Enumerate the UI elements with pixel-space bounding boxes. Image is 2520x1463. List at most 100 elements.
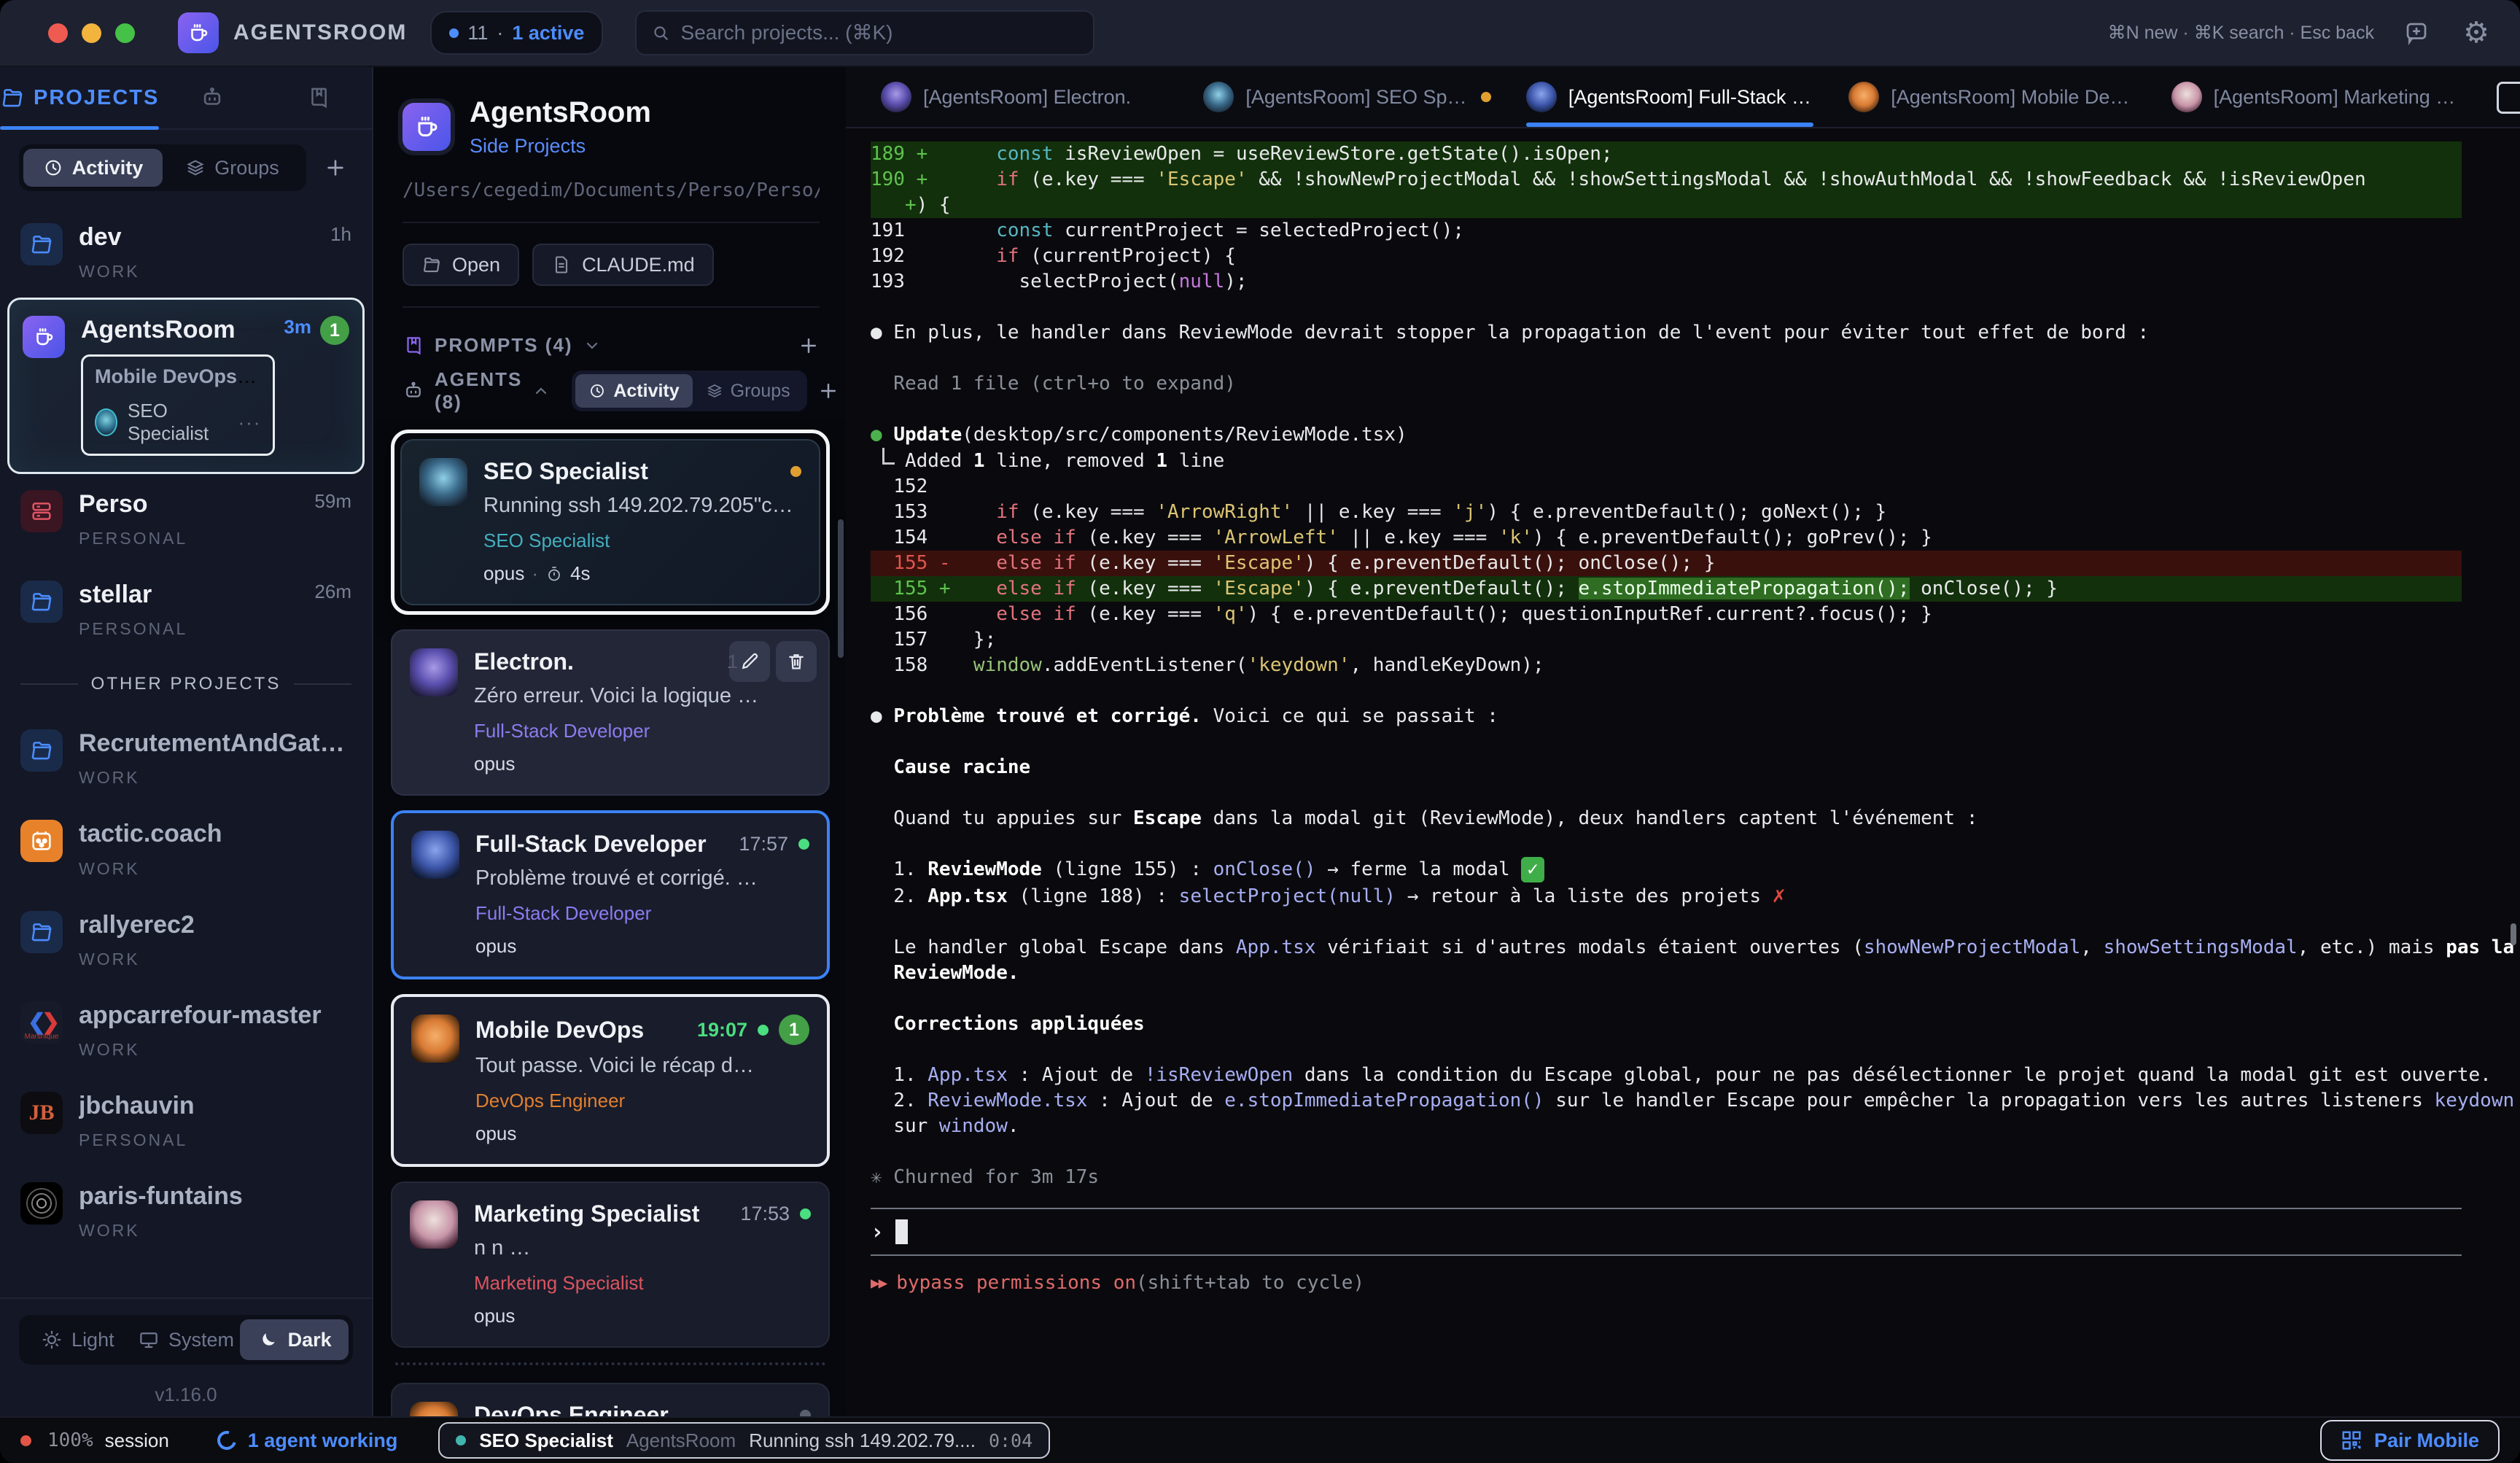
- filter-activity[interactable]: Activity: [23, 149, 163, 187]
- tab-label: [AgentsRoom] SEO Speci…: [1245, 86, 1469, 109]
- search-input[interactable]: [681, 21, 1079, 44]
- agent-model: opus: [474, 1305, 811, 1327]
- project-item-dev[interactable]: devWORK1h: [7, 207, 365, 298]
- project-item-rallyerec2[interactable]: rallyerec2WORK: [7, 895, 365, 985]
- feedback-button[interactable]: [2399, 15, 2434, 50]
- pair-mobile-button[interactable]: Pair Mobile: [2320, 1420, 2500, 1461]
- project-item-Perso[interactable]: PersoPERSONAL59m: [7, 474, 365, 564]
- tab-avatar: [881, 82, 911, 112]
- active-sessions-badge[interactable]: 11 · 1 active: [430, 11, 603, 55]
- active-agent-pill[interactable]: SEO Specialist AgentsRoom Running ssh 14…: [438, 1422, 1050, 1459]
- tab-avatar: [1203, 82, 1234, 112]
- agent-card-devops-engineer[interactable]: DevOps EngineerDevOps Engineeropus: [391, 1383, 830, 1416]
- project-info: PersoPERSONAL: [79, 490, 306, 548]
- terminal-line: Added 1 line, removed 1 line: [871, 448, 2462, 474]
- agent-name: Full-Stack Developer: [475, 831, 707, 858]
- delete-agent-button[interactable]: [776, 641, 817, 682]
- project-preview-box[interactable]: Mobile DevOps: Tout passe. Vo...SEO Spec…: [81, 354, 275, 456]
- settings-button[interactable]: ⚙: [2459, 15, 2494, 50]
- terminal-line: [871, 1139, 2462, 1165]
- agent-name: Mobile DevOps: [475, 1017, 644, 1044]
- theme-light-button[interactable]: Light: [23, 1319, 132, 1360]
- terminal-line: 156 else if (e.key === 'q') { e.preventD…: [871, 602, 2462, 627]
- agents-robot-icon: [402, 380, 424, 402]
- add-project-button[interactable]: [318, 150, 353, 185]
- search-input-wrap[interactable]: [635, 10, 1094, 55]
- terminal-line: 193 selectProject(null);: [871, 269, 2462, 295]
- folder-icon: [20, 223, 63, 265]
- claude-md-button[interactable]: CLAUDE.md: [532, 244, 714, 286]
- session-status-dot: [20, 1435, 31, 1446]
- app-title: AGENTSROOM: [233, 20, 407, 45]
- terminal-line: [871, 780, 2462, 806]
- agent-card-full-stack-developer[interactable]: Full-Stack Developer17:57Problème trouvé…: [391, 810, 830, 979]
- agent-name: Electron.: [474, 648, 574, 675]
- window-zoom-button[interactable]: [115, 23, 135, 43]
- theme-system-button[interactable]: System: [132, 1319, 241, 1360]
- plus-icon: [798, 335, 820, 357]
- project-item-AgentsRoom[interactable]: AgentsRoomMobile DevOps: Tout passe. Vo.…: [7, 298, 365, 474]
- project-category: WORK: [79, 1040, 351, 1060]
- panel-layout-icon[interactable]: [2497, 82, 2520, 114]
- add-agent-button[interactable]: [817, 380, 839, 402]
- bypass-label: bypass permissions on: [896, 1270, 1136, 1296]
- tab-agents[interactable]: [159, 67, 265, 128]
- prompts-section-header[interactable]: PROMPTS (4): [373, 328, 846, 362]
- folder-icon: [421, 255, 442, 275]
- project-path: /Users/cegedim/Documents/Perso/Perso/…: [402, 179, 820, 201]
- project-category: WORK: [79, 768, 351, 788]
- terminal-tab--agentsroom-mobile-dev-[interactable]: [AgentsRoom] Mobile Dev…: [1831, 67, 2153, 127]
- agent-role: Full-Stack Developer: [475, 902, 809, 925]
- chevron-up-icon[interactable]: [532, 382, 550, 400]
- theme-dark-button[interactable]: Dark: [240, 1319, 349, 1360]
- project-item-jbchauvin[interactable]: JBjbchauvinPERSONAL: [7, 1076, 365, 1166]
- terminal-prompt[interactable]: ›: [871, 1208, 2462, 1256]
- tab-prompts[interactable]: [265, 67, 372, 128]
- terminal-tab--agentsroom-electron-[interactable]: [AgentsRoom] Electron.: [863, 67, 1186, 127]
- tab-projects[interactable]: PROJECTS: [0, 67, 159, 128]
- terminal-tab--agentsroom-full-stack-[interactable]: [AgentsRoom] Full-Stack …: [1509, 67, 1831, 127]
- project-name: dev: [79, 223, 322, 252]
- agent-header-row: Full-Stack Developer17:57: [475, 831, 809, 858]
- project-item-tactic.coach[interactable]: tactic.coachWORK: [7, 804, 365, 894]
- project-group-link[interactable]: Side Projects: [470, 135, 651, 158]
- agent-info: Marketing Specialist17:53n n …Marketing …: [474, 1200, 811, 1327]
- terminal-line: 154 else if (e.key === 'ArrowLeft' || e.…: [871, 525, 2462, 551]
- project-item-appcarrefour-master[interactable]: ❮❯Martiniqueappcarrefour-masterWORK: [7, 985, 365, 1076]
- diff-line: +) {: [871, 193, 2462, 218]
- project-item-paris-funtains[interactable]: paris-funtainsWORK: [7, 1166, 365, 1257]
- folder-icon: [20, 581, 63, 623]
- agent-card-electron-[interactable]: Electron.Zéro erreur. Voici la logique ……: [391, 629, 830, 796]
- book-icon: [306, 85, 331, 110]
- agent-model: opus: [474, 753, 811, 775]
- agent-card-seo-specialist[interactable]: SEO SpecialistRunning ssh 149.202.79.205…: [400, 439, 820, 605]
- tab-avatar: [2171, 82, 2202, 112]
- terminal-tab--agentsroom-marketing-[interactable]: [AgentsRoom] Marketing …: [2154, 67, 2476, 127]
- terminal-output: 189 + const isReviewOpen = useReviewStor…: [871, 141, 2462, 1190]
- project-item-RecrutementAndGateway[interactable]: RecrutementAndGatewayWORK: [7, 713, 365, 804]
- panel-scrollbar[interactable]: [838, 519, 844, 658]
- session-percent: 100%: [47, 1429, 93, 1451]
- sun-icon: [41, 1329, 63, 1351]
- window-close-button[interactable]: [48, 23, 68, 43]
- agents-filter-activity[interactable]: Activity: [575, 374, 692, 408]
- project-item-stellar[interactable]: stellarPERSONAL26m: [7, 564, 365, 655]
- terminal-tab--agentsroom-seo-speci-[interactable]: [AgentsRoom] SEO Speci…: [1186, 67, 1508, 127]
- preview-subagent-row: SEO Specialist···: [95, 400, 261, 445]
- filter-groups[interactable]: Groups: [163, 149, 302, 187]
- unread-badge: 1: [320, 316, 349, 345]
- window-minimize-button[interactable]: [82, 23, 101, 43]
- terminal-line: 192 if (currentProject) {: [871, 244, 2462, 269]
- agents-working-label[interactable]: 1 agent working: [248, 1429, 398, 1452]
- agents-filter-groups[interactable]: Groups: [693, 374, 804, 408]
- add-prompt-button[interactable]: [798, 335, 820, 357]
- open-folder-button[interactable]: Open: [402, 244, 519, 286]
- divider-line: [20, 683, 78, 685]
- agent-card-marketing-specialist[interactable]: Marketing Specialist17:53n n …Marketing …: [391, 1181, 830, 1348]
- agent-elapsed-time: 4s: [570, 562, 590, 585]
- diff-line: 190 + if (e.key === 'Escape' && !showNew…: [871, 167, 2462, 193]
- terminal-output-area[interactable]: 189 + const isReviewOpen = useReviewStor…: [846, 128, 2520, 1416]
- terminal-scrollbar[interactable]: [2511, 923, 2516, 945]
- edit-agent-button[interactable]: [729, 641, 770, 682]
- agent-card-mobile-devops[interactable]: Mobile DevOps19:071Tout passe. Voici le …: [391, 994, 830, 1167]
